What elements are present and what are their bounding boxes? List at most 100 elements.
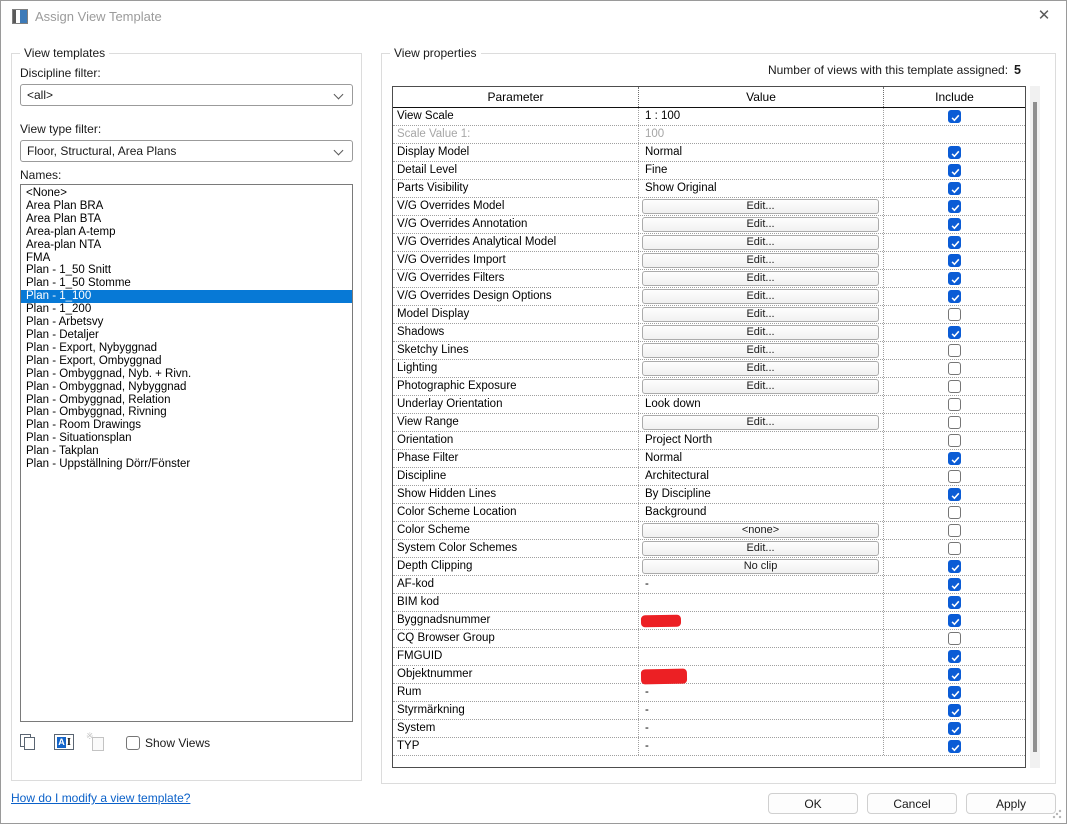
list-item[interactable]: Plan - Situationsplan [21, 432, 352, 445]
include-checkbox[interactable] [948, 452, 961, 465]
value-cell[interactable]: Edit... [639, 216, 884, 233]
show-views-checkbox[interactable] [126, 736, 140, 750]
value-cell[interactable]: Edit... [639, 414, 884, 431]
list-item[interactable]: Plan - 1_50 Stomme [21, 277, 352, 290]
include-checkbox[interactable] [948, 164, 961, 177]
value-cell[interactable]: Edit... [639, 288, 884, 305]
value-cell[interactable]: Edit... [639, 540, 884, 557]
include-checkbox[interactable] [948, 398, 961, 411]
list-item[interactable]: Area Plan BTA [21, 213, 352, 226]
value-cell[interactable]: Background [639, 504, 884, 521]
value-cell[interactable]: Architectural [639, 468, 884, 485]
include-checkbox[interactable] [948, 362, 961, 375]
value-cell[interactable]: Look down [639, 396, 884, 413]
include-checkbox[interactable] [948, 218, 961, 231]
list-item[interactable]: Area Plan BRA [21, 200, 352, 213]
list-item[interactable]: <None> [21, 187, 352, 200]
include-checkbox[interactable] [948, 254, 961, 267]
help-link[interactable]: How do I modify a view template? [11, 791, 190, 805]
list-item[interactable]: Plan - Ombyggnad, Nybyggnad [21, 381, 352, 394]
value-cell[interactable] [639, 612, 884, 629]
value-cell[interactable]: By Discipline [639, 486, 884, 503]
value-button[interactable]: Edit... [642, 541, 879, 556]
value-button[interactable]: Edit... [642, 415, 879, 430]
value-cell[interactable]: Edit... [639, 252, 884, 269]
ok-button[interactable]: OK [768, 793, 858, 814]
include-checkbox[interactable] [948, 596, 961, 609]
value-cell[interactable] [639, 648, 884, 665]
include-checkbox[interactable] [948, 560, 961, 573]
include-checkbox[interactable] [948, 542, 961, 555]
include-checkbox[interactable] [948, 344, 961, 357]
include-checkbox[interactable] [948, 110, 961, 123]
include-checkbox[interactable] [948, 650, 961, 663]
list-item[interactable]: Plan - 1_50 Snitt [21, 264, 352, 277]
value-cell[interactable]: Edit... [639, 324, 884, 341]
list-item[interactable]: Plan - Ombyggnad, Relation [21, 394, 352, 407]
list-item[interactable]: FMA [21, 252, 352, 265]
include-checkbox[interactable] [948, 146, 961, 159]
value-cell[interactable]: 100 [639, 126, 884, 143]
value-cell[interactable]: - [639, 576, 884, 593]
list-item[interactable]: Plan - Takplan [21, 445, 352, 458]
list-item[interactable]: Plan - Uppställning Dörr/Fönster [21, 458, 352, 471]
include-checkbox[interactable] [948, 506, 961, 519]
value-button[interactable]: Edit... [642, 253, 879, 268]
value-cell[interactable]: - [639, 702, 884, 719]
list-item[interactable]: Plan - Ombyggnad, Nyb. + Rivn. [21, 368, 352, 381]
value-cell[interactable]: Edit... [639, 378, 884, 395]
include-checkbox[interactable] [948, 722, 961, 735]
value-cell[interactable]: Edit... [639, 342, 884, 359]
value-cell[interactable]: Normal [639, 450, 884, 467]
value-cell[interactable]: - [639, 684, 884, 701]
value-button[interactable]: No clip [642, 559, 879, 574]
list-item[interactable]: Area-plan NTA [21, 239, 352, 252]
value-cell[interactable]: Fine [639, 162, 884, 179]
include-checkbox[interactable] [948, 326, 961, 339]
include-checkbox[interactable] [948, 668, 961, 681]
value-cell[interactable]: 1 : 100 [639, 108, 884, 125]
rename-template-icon[interactable]: A I [54, 734, 74, 750]
list-item[interactable]: Plan - Arbetsvy [21, 316, 352, 329]
value-cell[interactable]: No clip [639, 558, 884, 575]
view-type-filter-select[interactable]: Floor, Structural, Area Plans [20, 140, 353, 162]
include-checkbox[interactable] [948, 686, 961, 699]
list-item[interactable]: Plan - Ombyggnad, Rivning [21, 406, 352, 419]
value-cell[interactable]: - [639, 738, 884, 755]
cancel-button[interactable]: Cancel [867, 793, 957, 814]
value-cell[interactable]: <none> [639, 522, 884, 539]
value-cell[interactable]: Edit... [639, 270, 884, 287]
value-button[interactable]: Edit... [642, 289, 879, 304]
column-header-value[interactable]: Value [639, 87, 884, 107]
include-checkbox[interactable] [948, 434, 961, 447]
table-scrollbar-track[interactable] [1030, 86, 1040, 768]
resize-grip[interactable] [1052, 809, 1062, 819]
include-checkbox[interactable] [948, 272, 961, 285]
value-button[interactable]: <none> [642, 523, 879, 538]
value-cell[interactable]: Edit... [639, 198, 884, 215]
close-icon[interactable]: ✕ [1034, 6, 1054, 26]
value-cell[interactable] [639, 666, 884, 683]
include-checkbox[interactable] [948, 704, 961, 717]
value-button[interactable]: Edit... [642, 343, 879, 358]
value-button[interactable]: Edit... [642, 379, 879, 394]
include-checkbox[interactable] [948, 614, 961, 627]
list-item[interactable]: Plan - Room Drawings [21, 419, 352, 432]
include-checkbox[interactable] [948, 740, 961, 753]
value-button[interactable]: Edit... [642, 325, 879, 340]
list-item[interactable]: Plan - Export, Nybyggnad [21, 342, 352, 355]
include-checkbox[interactable] [948, 290, 961, 303]
value-cell[interactable]: Edit... [639, 306, 884, 323]
include-checkbox[interactable] [948, 524, 961, 537]
value-button[interactable]: Edit... [642, 361, 879, 376]
include-checkbox[interactable] [948, 488, 961, 501]
list-item[interactable]: Area-plan A-temp [21, 226, 352, 239]
value-cell[interactable]: Project North [639, 432, 884, 449]
include-checkbox[interactable] [948, 578, 961, 591]
value-cell[interactable]: Edit... [639, 234, 884, 251]
value-cell[interactable]: - [639, 720, 884, 737]
value-cell[interactable] [639, 630, 884, 647]
value-button[interactable]: Edit... [642, 271, 879, 286]
value-cell[interactable]: Normal [639, 144, 884, 161]
value-button[interactable]: Edit... [642, 235, 879, 250]
